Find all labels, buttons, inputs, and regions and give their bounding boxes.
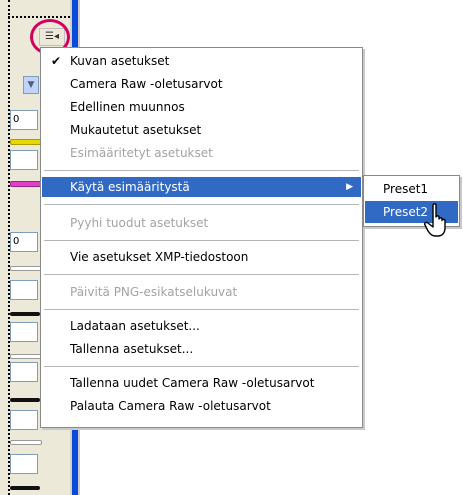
menu-separator bbox=[44, 240, 359, 241]
menu-item-save-new-defaults[interactable]: Tallenna uudet Camera Raw -oletusarvot bbox=[42, 373, 361, 393]
submenu-arrow-icon: ▶ bbox=[346, 182, 353, 192]
menu-item-label: Kuvan asetukset bbox=[70, 54, 170, 68]
menu-item-label: Edellinen muunnos bbox=[70, 100, 185, 114]
menu-separator bbox=[44, 309, 359, 310]
settings-menu: ✔ Kuvan asetukset Camera Raw -oletusarvo… bbox=[40, 47, 363, 428]
submenu-item-preset1[interactable]: Preset1 bbox=[365, 178, 458, 200]
hand-cursor-icon bbox=[424, 203, 446, 237]
submenu-item-label: Preset2 bbox=[383, 205, 429, 219]
slider-track[interactable] bbox=[10, 440, 42, 445]
menu-item-label: Päivitä PNG-esikatselukuvat bbox=[70, 285, 238, 299]
dropdown-arrow-icon[interactable]: ▼ bbox=[23, 76, 39, 94]
value-field[interactable] bbox=[10, 150, 38, 170]
slider-magenta[interactable] bbox=[10, 181, 42, 187]
menu-item-label: Esimääritetyt asetukset bbox=[70, 146, 213, 160]
slider-yellow[interactable] bbox=[10, 139, 42, 145]
value-field[interactable]: 0 bbox=[10, 110, 38, 130]
menu-item-label: Ladataan asetukset... bbox=[70, 319, 200, 333]
menu-item-apply-preset[interactable]: Käytä esimääritystä ▶ bbox=[42, 177, 361, 197]
submenu-item-label: Preset1 bbox=[383, 182, 429, 196]
menu-item-label: Pyyhi tuodut asetukset bbox=[70, 216, 209, 230]
menu-item-update-png-previews: Päivitä PNG-esikatselukuvat bbox=[42, 282, 361, 302]
menu-item-label: Mukautetut asetukset bbox=[70, 123, 202, 137]
slider-track-dark[interactable] bbox=[10, 486, 40, 490]
menu-separator bbox=[44, 274, 359, 275]
slider-track-dark[interactable] bbox=[10, 398, 40, 402]
menu-item-previous-conversion[interactable]: Edellinen muunnos bbox=[42, 97, 361, 117]
selection-border-horizontal bbox=[8, 16, 78, 18]
value-field[interactable] bbox=[10, 410, 38, 430]
menu-item-save-settings[interactable]: Tallenna asetukset... bbox=[42, 339, 361, 359]
check-icon: ✔ bbox=[51, 54, 62, 68]
slider-track[interactable] bbox=[10, 354, 42, 359]
value-field[interactable] bbox=[10, 362, 38, 382]
menu-item-label: Vie asetukset XMP-tiedostoon bbox=[70, 250, 249, 264]
menu-separator bbox=[44, 170, 359, 171]
slider-track[interactable] bbox=[10, 266, 42, 271]
value-field[interactable] bbox=[10, 280, 38, 300]
menu-item-load-settings[interactable]: Ladataan asetukset... bbox=[42, 316, 361, 336]
menu-item-label: Käytä esimääritystä bbox=[70, 180, 190, 194]
menu-item-preset-settings: Esimääritetyt asetukset bbox=[42, 143, 361, 163]
menu-item-reset-defaults[interactable]: Palauta Camera Raw -oletusarvot bbox=[42, 396, 361, 416]
menu-item-label: Camera Raw -oletusarvot bbox=[70, 77, 223, 91]
menu-item-label: Tallenna uudet Camera Raw -oletusarvot bbox=[70, 376, 315, 390]
slider-track-dark[interactable] bbox=[10, 312, 40, 316]
menu-item-image-settings[interactable]: ✔ Kuvan asetukset bbox=[42, 51, 361, 71]
value-field[interactable] bbox=[10, 454, 38, 474]
menu-item-custom-settings[interactable]: Mukautetut asetukset bbox=[42, 120, 361, 140]
value-field[interactable] bbox=[10, 322, 38, 342]
menu-separator bbox=[44, 204, 359, 205]
menu-item-label: Tallenna asetukset... bbox=[70, 342, 194, 356]
menu-item-clear-imported-settings: Pyyhi tuodut asetukset bbox=[42, 213, 361, 233]
menu-item-label: Palauta Camera Raw -oletusarvot bbox=[70, 399, 271, 413]
menu-item-export-xmp[interactable]: Vie asetukset XMP-tiedostoon bbox=[42, 247, 361, 267]
value-field[interactable]: 0 bbox=[10, 232, 38, 252]
menu-separator bbox=[44, 366, 359, 367]
menu-item-camera-raw-defaults[interactable]: Camera Raw -oletusarvot bbox=[42, 74, 361, 94]
